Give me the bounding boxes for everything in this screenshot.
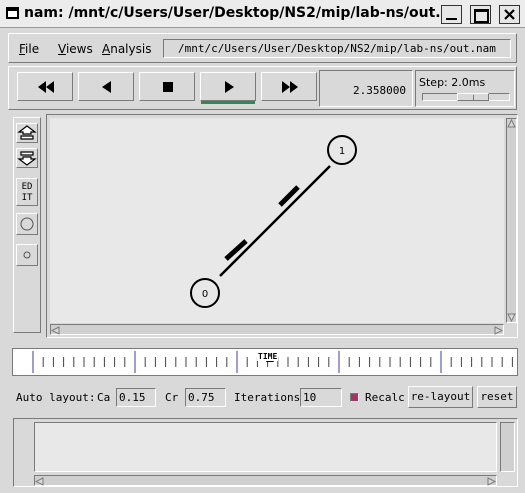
recalc-checkbox[interactable]: [350, 393, 359, 402]
play-active-indicator: [201, 101, 255, 104]
title-bar: nam: /mnt/c/Users/User/Desktop/NS2/mip/l…: [0, 0, 525, 28]
annotation-horizontal-scrollbar[interactable]: [34, 475, 497, 486]
edit-label-top: ED: [21, 182, 33, 192]
cr-label: Cr: [165, 391, 179, 404]
link-0-1: [219, 165, 331, 277]
network-graph: 0 1: [190, 135, 357, 308]
recalc-label: Recalc: [365, 391, 405, 404]
network-canvas[interactable]: 0 1: [50, 118, 504, 323]
annotation-text-area[interactable]: [34, 422, 497, 472]
agent-tool-button[interactable]: [16, 244, 38, 266]
play-icon: [225, 81, 234, 93]
menu-views[interactable]: Views: [58, 42, 93, 56]
annotation-vertical-scrollbar[interactable]: [500, 422, 515, 472]
minimize-button[interactable]: [441, 5, 462, 24]
auto-layout-label: Auto layout:: [16, 391, 96, 404]
step-label: Step: 2.0ms: [419, 76, 486, 89]
packet: [224, 239, 248, 261]
menu-bar: File Views Analysis /mnt/c/Users/User/De…: [8, 33, 517, 63]
edit-label-bottom: IT: [21, 193, 33, 203]
step-back-icon: [102, 81, 111, 93]
stop-icon: [163, 82, 173, 92]
play-button[interactable]: [200, 72, 256, 101]
step-slider[interactable]: [422, 93, 510, 101]
step-back-button[interactable]: [78, 72, 134, 101]
canvas-frame: 0 1: [46, 114, 518, 338]
node-1-label: 1: [339, 146, 345, 157]
iterations-input[interactable]: 10: [300, 388, 342, 407]
file-path-display: /mnt/c/Users/User/Desktop/NS2/mip/lab-ns…: [163, 39, 511, 58]
maximize-button[interactable]: [470, 5, 491, 24]
small-circle-icon: [23, 251, 31, 259]
rewind-icon: [38, 81, 54, 93]
ca-label: Ca: [97, 391, 111, 404]
zoom-in-button[interactable]: [16, 123, 38, 143]
relayout-button[interactable]: re-layout: [408, 386, 473, 408]
circle-icon: [20, 217, 34, 231]
reset-button[interactable]: reset: [477, 386, 517, 408]
stop-button[interactable]: [139, 72, 195, 101]
close-button[interactable]: [499, 5, 520, 24]
edit-button[interactable]: ED IT: [16, 178, 38, 206]
window-icon[interactable]: [6, 7, 19, 19]
node-1[interactable]: 1: [327, 135, 357, 165]
time-display: 2.358000: [319, 70, 413, 107]
canvas-vertical-scrollbar[interactable]: [506, 118, 517, 323]
transport-bar: 2.358000 Step: 2.0ms: [8, 66, 517, 110]
close-icon: [504, 9, 515, 20]
step-control: Step: 2.0ms: [415, 70, 515, 107]
node-tool-button[interactable]: [16, 213, 38, 235]
canvas-horizontal-scrollbar[interactable]: [50, 324, 504, 335]
step-slider-thumb[interactable]: [457, 93, 489, 101]
cr-input[interactable]: 0.75: [185, 388, 226, 407]
layout-controls: Auto layout: Ca 0.15 Cr 0.75 Iterations …: [0, 385, 525, 409]
timeline-label: TIME: [257, 352, 279, 361]
zoom-out-icon: [17, 151, 37, 166]
window-title: nam: /mnt/c/Users/User/Desktop/NS2/mip/l…: [24, 5, 452, 21]
timeline-slider[interactable]: TIME: [12, 348, 518, 376]
fast-forward-button[interactable]: [261, 72, 317, 101]
fast-forward-icon: [282, 81, 298, 93]
rewind-button[interactable]: [17, 72, 73, 101]
tool-column: ED IT: [13, 117, 41, 333]
node-0[interactable]: 0: [190, 278, 220, 308]
zoom-out-button[interactable]: [16, 148, 38, 168]
zoom-in-icon: [17, 125, 37, 140]
current-time: 2.358000: [353, 84, 406, 97]
ca-input[interactable]: 0.15: [116, 388, 156, 407]
node-0-label: 0: [202, 289, 208, 300]
annotation-panel: [13, 418, 518, 487]
menu-file[interactable]: File: [19, 42, 39, 56]
iterations-label: Iterations: [234, 391, 301, 404]
menu-analysis[interactable]: Analysis: [102, 42, 151, 56]
